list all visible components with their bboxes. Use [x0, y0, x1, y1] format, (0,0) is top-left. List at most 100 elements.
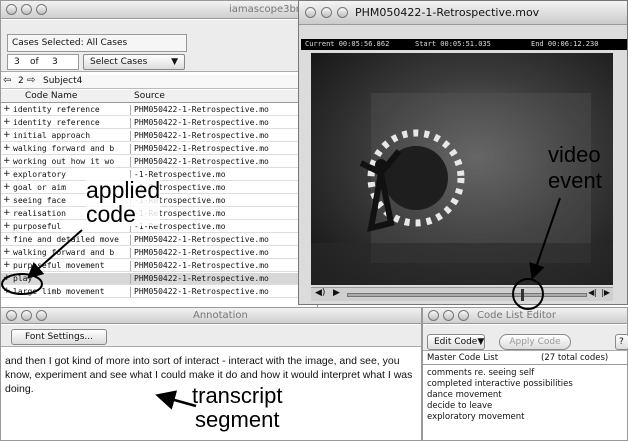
row-expand-icon[interactable]: + — [3, 221, 11, 231]
code-list-title: Code List Editor — [477, 310, 557, 321]
row-expand-icon[interactable]: + — [3, 130, 11, 140]
start-timecode: Start 00:05:51.035 — [415, 40, 491, 48]
row-source: PHM050422-1-Retrospective.mo — [134, 118, 269, 127]
volume-icon[interactable]: ◀) — [315, 288, 325, 298]
main-window-titlebar: iamascope3bmc — [1, 1, 317, 19]
cases-selected-label: Cases Selected: All Cases — [12, 38, 128, 48]
table-row[interactable]: + working out how it wo PHM050422-1-Retros… — [1, 156, 311, 168]
master-code-label: Master Code List — [427, 353, 499, 363]
transcript-segment-callout: transcript segment — [192, 383, 283, 432]
code-list-item[interactable]: dance movement — [427, 390, 627, 401]
edit-code-dropdown[interactable]: Edit Code▼ — [427, 334, 485, 350]
row-code-name: initial approach — [13, 131, 131, 141]
row-code-name: walking forward and b — [13, 144, 131, 154]
master-code-list: comments re. seeing self completed intera… — [427, 368, 627, 423]
timecode-bar: Current 00:05:56.862 Start 00:05:51.035 … — [301, 39, 627, 50]
row-source: PHM050422-1-Retrospective.mo — [134, 144, 269, 153]
table-header: Code Name Source — [1, 90, 319, 103]
row-source: PHM050422-1-Retrospective.mo — [134, 248, 269, 257]
table-row[interactable]: + identity reference PHM050422-1-Retrospec… — [1, 104, 311, 116]
row-code-name: large limb movement — [13, 287, 131, 297]
annotation-title: Annotation — [193, 310, 248, 321]
row-expand-icon[interactable]: + — [3, 195, 11, 205]
code-list-item[interactable]: comments re. seeing self — [427, 368, 627, 379]
total-codes-label: (27 total codes) — [541, 353, 609, 363]
row-expand-icon[interactable]: + — [3, 260, 11, 270]
end-timecode: End 00:06:12.230 — [531, 40, 599, 48]
col-code-name[interactable]: Code Name — [25, 91, 77, 101]
row-code-name: fine and detailed move — [13, 235, 131, 245]
table-row[interactable]: + large limb movement PHM050422-1-Retrospe… — [1, 286, 311, 298]
font-settings-button[interactable]: Font Settings... — [11, 329, 107, 345]
row-expand-icon[interactable]: + — [3, 247, 11, 257]
code-list-item[interactable]: decide to leave — [427, 401, 627, 412]
row-expand-icon[interactable]: + — [3, 182, 11, 192]
row-expand-icon[interactable]: + — [3, 169, 11, 179]
close-icon[interactable] — [6, 4, 17, 15]
applied-code-callout: applied code — [86, 177, 161, 227]
help-button[interactable]: ? — [615, 334, 628, 350]
row-code-name: identity reference — [13, 118, 131, 128]
row-expand-icon[interactable]: + — [3, 286, 11, 296]
apply-code-button[interactable]: Apply Code — [499, 334, 571, 350]
code-list-titlebar: Code List Editor — [423, 308, 627, 324]
zoom-icon[interactable] — [36, 310, 47, 321]
row-code-name: walking forward and b — [13, 248, 131, 258]
minimize-icon[interactable] — [443, 310, 454, 321]
counter-total: 3 — [52, 57, 58, 67]
table-row[interactable]: + identity reference PHM050422-1-Retrospec… — [1, 117, 311, 129]
scrub-track[interactable] — [347, 293, 587, 297]
code-list-editor: Code List Editor Edit Code▼ Apply Code ?… — [422, 307, 628, 441]
select-cases-dropdown[interactable]: Select Cases ▼ — [83, 54, 185, 70]
chevron-down-icon: ▼ — [477, 337, 485, 347]
zoom-icon[interactable] — [337, 7, 348, 18]
row-expand-icon[interactable]: + — [3, 143, 11, 153]
zoom-icon[interactable] — [458, 310, 469, 321]
minimize-icon[interactable] — [321, 7, 332, 18]
playhead-marker[interactable] — [521, 289, 524, 301]
step-back-icon[interactable]: ◀| — [588, 288, 597, 297]
row-code-name: identity reference — [13, 105, 131, 115]
step-forward-icon[interactable]: |▶ — [601, 288, 610, 297]
table-row[interactable]: + initial approach PHM050422-1-Retrospecti… — [1, 130, 311, 142]
code-list-item[interactable]: exploratory movement — [427, 412, 627, 423]
row-source: PHM050422-1-Retrospective.mo — [134, 274, 269, 283]
table-row[interactable]: + play PHM050422-1-Retrospective.mo — [1, 273, 311, 285]
row-expand-icon[interactable]: + — [3, 104, 11, 114]
play-icon[interactable]: ▶ — [333, 288, 340, 298]
row-expand-icon[interactable]: + — [3, 234, 11, 244]
video-controls: ◀) ▶ ◀| |▶ — [311, 287, 613, 301]
edit-code-label: Edit Code — [434, 337, 478, 347]
table-row[interactable]: + walking forward and b PHM050422-1-Retros… — [1, 247, 311, 259]
nav-forward-icon[interactable]: ⇨ — [27, 75, 35, 86]
close-icon[interactable] — [428, 310, 439, 321]
counter-of: of — [30, 57, 39, 67]
subject-label: Subject4 — [43, 76, 83, 86]
video-event-callout: video event — [548, 142, 602, 193]
col-source[interactable]: Source — [134, 91, 165, 101]
row-expand-icon[interactable]: + — [3, 208, 11, 218]
annotation-titlebar: Annotation — [1, 308, 421, 324]
row-expand-icon[interactable]: + — [3, 117, 11, 127]
zoom-icon[interactable] — [36, 4, 47, 15]
row-source: PHM050422-1-Retrospective.mo — [134, 157, 269, 166]
minimize-icon[interactable] — [21, 310, 32, 321]
code-list-item[interactable]: completed interactive possibilities — [427, 379, 627, 390]
row-code-name: play — [13, 274, 131, 284]
minimize-icon[interactable] — [21, 4, 32, 15]
close-icon[interactable] — [305, 7, 316, 18]
video-window-titlebar: PHM050422-1-Retrospective.mov — [299, 1, 627, 25]
table-row[interactable]: + fine and detailed move PHM050422-1-Retro… — [1, 234, 311, 246]
chevron-down-icon: ▼ — [171, 57, 178, 67]
row-expand-icon[interactable]: + — [3, 273, 11, 283]
table-row[interactable]: + purposeful movement PHM050422-1-Retrospe… — [1, 260, 311, 272]
nav-back-icon[interactable]: ⇦ — [3, 75, 11, 86]
current-timecode: Current 00:05:56.862 — [305, 40, 390, 48]
row-code-name: purposeful movement — [13, 261, 131, 271]
table-row[interactable]: + walking forward and b PHM050422-1-Retros… — [1, 143, 311, 155]
nav-number: 2 — [18, 76, 24, 86]
row-source: PHM050422-1-Retrospective.mo — [134, 261, 269, 270]
row-expand-icon[interactable]: + — [3, 156, 11, 166]
counter-current: 3 — [14, 57, 20, 67]
close-icon[interactable] — [6, 310, 17, 321]
